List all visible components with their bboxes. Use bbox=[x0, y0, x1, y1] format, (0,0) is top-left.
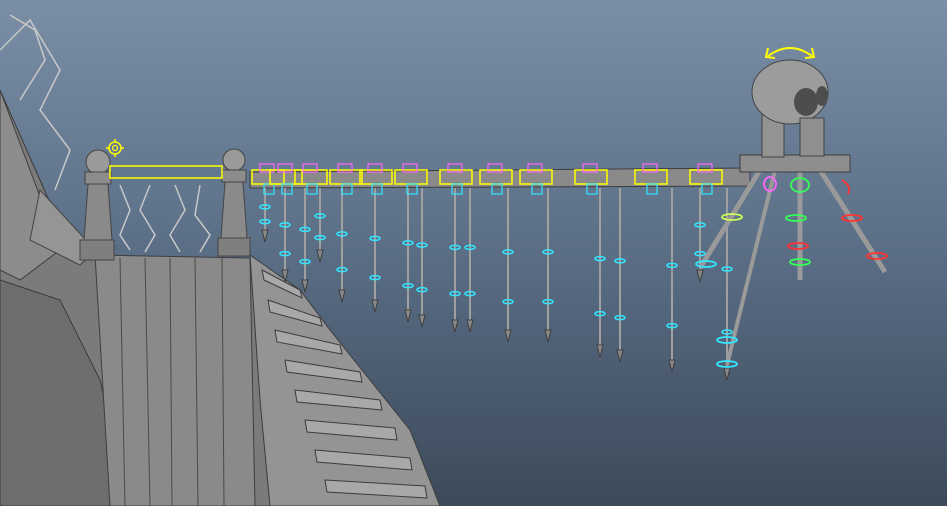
leg-controllers[interactable] bbox=[695, 176, 888, 368]
spike-tip-8 bbox=[418, 314, 426, 328]
rail-post-left[interactable] bbox=[79, 149, 115, 261]
spike-tip-11 bbox=[504, 329, 512, 343]
spike-tip-5 bbox=[338, 289, 346, 303]
spike-tip-14 bbox=[616, 349, 624, 363]
deck-ik-controller-3[interactable] bbox=[302, 163, 318, 173]
spike-tip-6 bbox=[371, 299, 379, 313]
scene-canvas[interactable] bbox=[0, 0, 947, 506]
deck-ik-controller-1[interactable] bbox=[259, 163, 275, 173]
rail-post-right[interactable] bbox=[217, 148, 251, 257]
spike-tip-12 bbox=[544, 329, 552, 343]
locator-gear-icon[interactable] bbox=[106, 139, 124, 157]
spike-tip-15 bbox=[668, 359, 676, 373]
spike-tip-3 bbox=[301, 279, 309, 293]
spike-tip-1 bbox=[261, 229, 269, 243]
rotate-arrow-icon[interactable] bbox=[764, 47, 816, 59]
staircase-mesh[interactable] bbox=[249, 253, 441, 506]
spike-tip-4 bbox=[316, 249, 324, 263]
spike-tip-13 bbox=[596, 344, 604, 358]
rail-controller-yellow[interactable] bbox=[109, 165, 223, 179]
spike-tip-9 bbox=[451, 319, 459, 333]
3d-viewport[interactable] bbox=[0, 0, 947, 506]
spike-tip-7 bbox=[404, 309, 412, 323]
spike-tip-17 bbox=[696, 269, 704, 283]
spike-tip-16 bbox=[723, 367, 731, 381]
deck-ik-controller-2[interactable] bbox=[277, 163, 293, 173]
bridge-deck-mesh[interactable] bbox=[249, 167, 751, 189]
plank-wall-mesh[interactable] bbox=[94, 254, 256, 506]
spike-tip-10 bbox=[466, 319, 474, 333]
